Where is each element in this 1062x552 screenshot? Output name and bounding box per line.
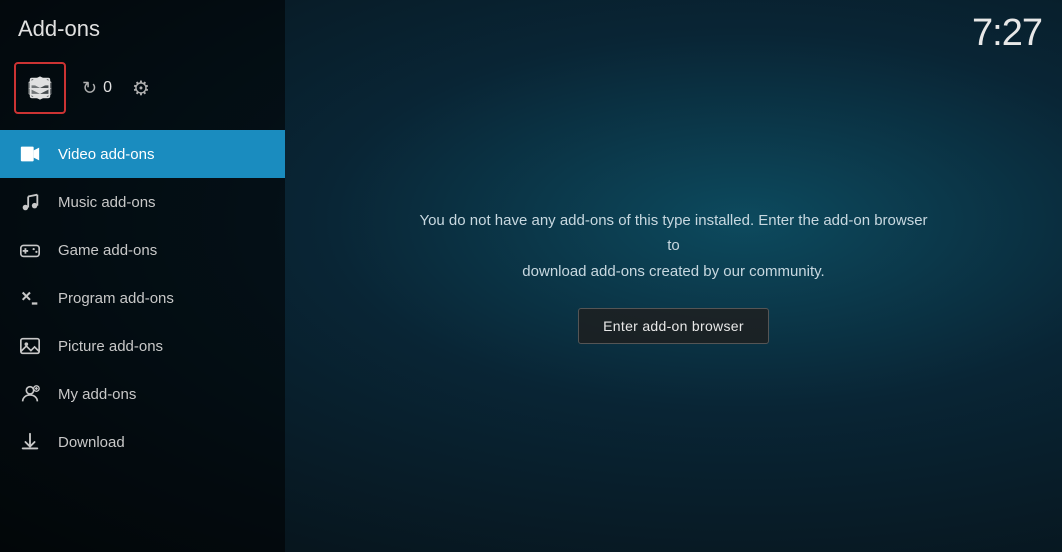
game-icon <box>18 238 42 262</box>
sidebar-item-picture-addons[interactable]: Picture add-ons <box>0 322 285 370</box>
nav-label-music: Music add-ons <box>58 194 156 211</box>
sidebar-item-my-addons[interactable]: My add-ons <box>0 370 285 418</box>
sidebar-item-video-addons[interactable]: Video add-ons <box>0 130 285 178</box>
addon-box-icon[interactable] <box>14 62 66 114</box>
clock: 7:27 <box>972 12 1042 55</box>
nav-label-my-addons: My add-ons <box>58 386 136 403</box>
box-svg-icon <box>26 74 54 102</box>
empty-message-line2: download add-ons created by our communit… <box>522 263 824 280</box>
enter-addon-browser-button[interactable]: Enter add-on browser <box>578 308 769 344</box>
nav-label-picture: Picture add-ons <box>58 338 163 355</box>
refresh-icon[interactable]: ↻ <box>82 78 97 99</box>
download-icon <box>18 430 42 454</box>
sidebar-item-download[interactable]: Download <box>0 418 285 466</box>
empty-message: You do not have any add-ons of this type… <box>414 208 934 285</box>
sidebar-item-music-addons[interactable]: Music add-ons <box>0 178 285 226</box>
sidebar-item-program-addons[interactable]: Program add-ons <box>0 274 285 322</box>
page-title: Add-ons <box>0 0 285 54</box>
nav-label-download: Download <box>58 434 125 451</box>
nav-label-program: Program add-ons <box>58 290 174 307</box>
video-icon <box>18 142 42 166</box>
main-content: You do not have any add-ons of this type… <box>285 0 1062 552</box>
empty-message-line1: You do not have any add-ons of this type… <box>419 212 927 255</box>
sidebar-item-game-addons[interactable]: Game add-ons <box>0 226 285 274</box>
nav-label-game: Game add-ons <box>58 242 157 259</box>
nav-label-video: Video add-ons <box>58 146 154 163</box>
nav-list: Video add-ons Music add-ons Game add-ons… <box>0 130 285 552</box>
update-count: 0 <box>103 79 112 97</box>
music-icon <box>18 190 42 214</box>
my-addons-icon <box>18 382 42 406</box>
icon-bar: ↻ 0 ⚙ <box>0 54 285 130</box>
program-icon <box>18 286 42 310</box>
settings-icon[interactable]: ⚙ <box>132 76 150 101</box>
refresh-area: ↻ 0 <box>82 78 112 99</box>
sidebar: Add-ons ↻ 0 ⚙ <box>0 0 285 552</box>
picture-icon <box>18 334 42 358</box>
